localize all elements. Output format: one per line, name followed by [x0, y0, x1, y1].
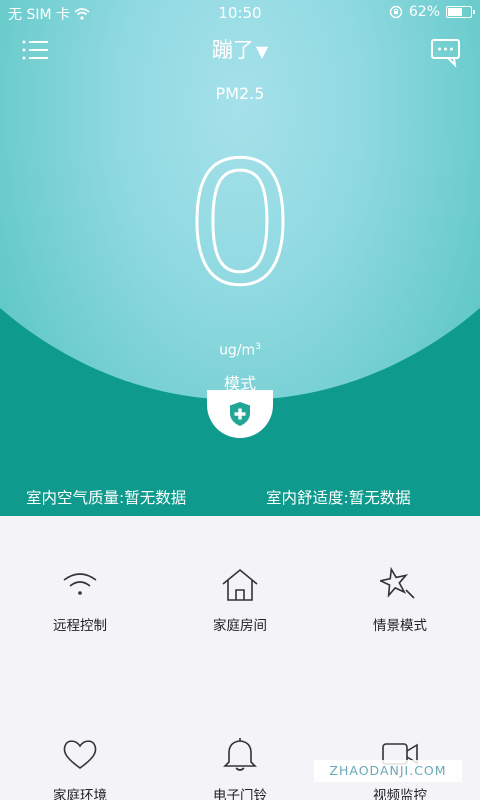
mode-shield-button[interactable]	[207, 390, 273, 438]
tile-label: 远程控制	[53, 618, 107, 634]
home-title: 蹦了	[211, 38, 254, 62]
heart-icon	[63, 740, 97, 769]
wifi-icon	[63, 573, 97, 595]
metric-label: PM2.5	[215, 84, 265, 103]
unit-text: ug/m	[219, 342, 256, 359]
tile-label: 情景模式	[373, 618, 427, 634]
unit-label: ug/m3	[0, 342, 480, 359]
battery-text: 62%	[408, 4, 440, 20]
tile-label: 电子门铃	[213, 788, 267, 800]
status-right: 62%	[389, 4, 475, 20]
shield-plus-icon	[230, 402, 250, 426]
rotation-lock-icon	[389, 5, 403, 19]
home-environment-tile[interactable]: 家庭环境	[0, 686, 160, 800]
comfort-stat: 室内舒适度:暂无数据	[266, 489, 411, 507]
video-monitor-tile[interactable]: 视频监控	[320, 686, 480, 800]
doorbell-tile[interactable]: 电子门铃	[160, 686, 320, 800]
hero-panel: 无 SIM 卡 10:50 62% 蹦了 ▼ PM2.5 0 ug/m3 模式 …	[0, 0, 480, 516]
bell-icon	[223, 738, 257, 771]
scene-mode-tile[interactable]: 情景模式	[320, 516, 480, 666]
status-bar: 无 SIM 卡 10:50 62%	[0, 0, 480, 26]
feature-grid: 远程控制 家庭房间 情景模式 家庭环境 电子门铃 视频监控	[0, 516, 480, 800]
battery-fill	[448, 8, 462, 16]
family-room-tile[interactable]: 家庭房间	[160, 516, 320, 666]
remote-control-tile[interactable]: 远程控制	[0, 516, 160, 666]
star-icon	[380, 566, 415, 599]
tile-label: 家庭房间	[213, 618, 267, 634]
home-icon	[222, 568, 258, 601]
tile-label: 视频监控	[373, 788, 427, 800]
air-quality-stat: 室内空气质量:暂无数据	[26, 489, 187, 507]
watermark: ZHAODANJI.COM	[314, 760, 462, 782]
pm25-value: 0	[188, 121, 291, 322]
caret-down-icon: ▼	[255, 42, 269, 61]
battery-icon	[446, 6, 475, 18]
home-selector[interactable]: 蹦了 ▼	[0, 34, 480, 64]
unit-exponent: 3	[255, 342, 261, 352]
tile-label: 家庭环境	[53, 788, 107, 800]
messages-button[interactable]	[430, 36, 462, 68]
chat-bubble-icon	[431, 39, 460, 68]
